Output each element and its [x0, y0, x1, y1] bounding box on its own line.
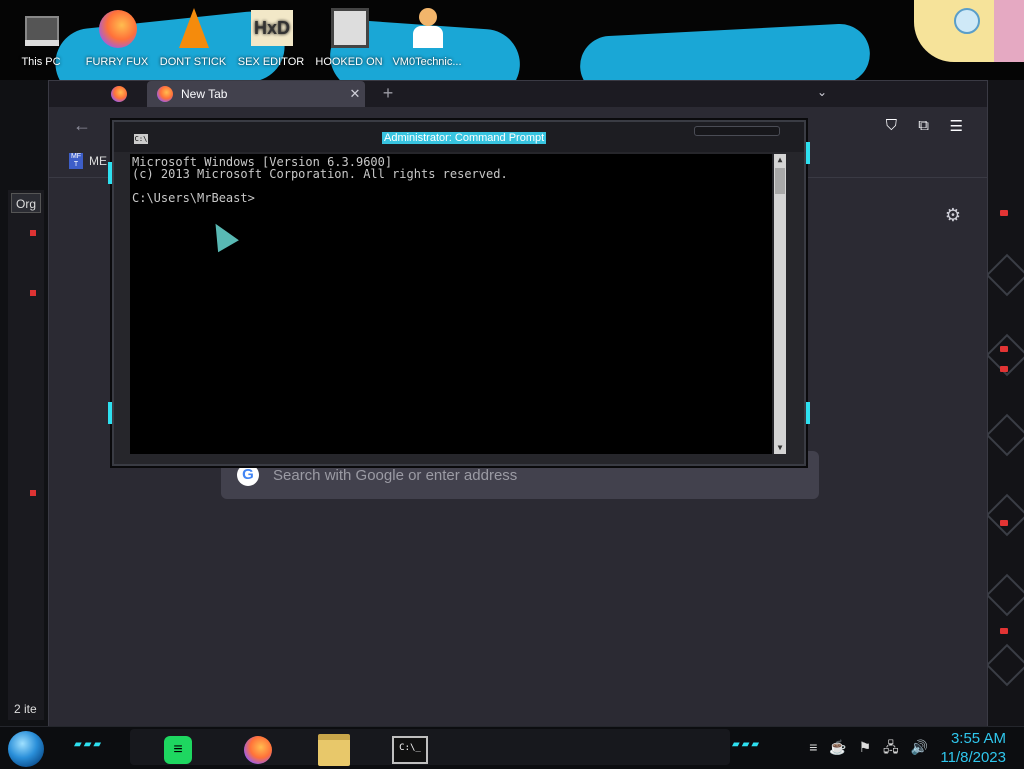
desktop-icon-label: FURRY FUX	[85, 56, 149, 68]
firefox-icon	[157, 86, 173, 102]
gear-icon[interactable]: ⚙	[945, 205, 961, 226]
close-tab-icon[interactable]: ✕	[345, 86, 365, 102]
console-output[interactable]: Microsoft Windows [Version 6.3.9600] (c)…	[130, 154, 786, 454]
extensions-icon[interactable]: ⧉	[918, 117, 929, 134]
organize-button[interactable]: Org	[11, 193, 41, 213]
show-hidden-icons-icon[interactable]: ≡	[809, 739, 817, 755]
tab-bar: New Tab ✕ + ⌄	[49, 81, 987, 107]
firefox-icon	[244, 736, 272, 764]
cmd-title-bar[interactable]: C:\ Administrator: Command Prompt	[114, 122, 804, 152]
desktop-icon-label: DONT STICK	[159, 56, 227, 68]
taskbar-decoration: ▰▰▰	[74, 739, 104, 750]
scroll-up-icon[interactable]: ▲	[774, 154, 786, 166]
desktop-icon-sex-editor[interactable]: HxD SEX EDITOR	[236, 6, 306, 68]
spotify-icon: ≡	[164, 736, 192, 764]
hxd-icon: HxD	[249, 6, 293, 52]
desktop-icon-dont-stick[interactable]: DONT STICK	[158, 6, 228, 68]
scroll-down-icon[interactable]: ▼	[774, 442, 786, 454]
pocket-icon[interactable]: ⛉	[886, 117, 897, 134]
cmd-system-icon[interactable]: C:\	[134, 134, 148, 144]
java-icon[interactable]: ☕	[829, 739, 846, 755]
taskbar-file-explorer[interactable]	[316, 734, 352, 766]
bookmark-item[interactable]: MF T ME	[69, 153, 107, 169]
tab-new-tab[interactable]: New Tab ✕	[147, 81, 365, 107]
vertical-scrollbar[interactable]: ▲ ▼	[774, 154, 786, 454]
console-line: (c) 2013 Microsoft Corporation. All righ…	[132, 167, 508, 181]
firefox-icon	[95, 6, 139, 52]
google-icon: G	[237, 464, 259, 486]
desktop-icon-label: VM0Technic...	[392, 56, 462, 68]
frame-accent	[108, 162, 112, 184]
desktop-icon-vm0technic[interactable]: VM0Technic...	[392, 6, 462, 68]
caption-buttons[interactable]	[694, 126, 780, 136]
frame-accent	[806, 142, 810, 164]
start-button[interactable]	[8, 731, 44, 767]
desktop-icon-label: This PC	[21, 56, 61, 68]
file-explorer-window[interactable]: Org 2 ite	[8, 190, 44, 720]
desktop-icon-this-pc[interactable]: This PC	[6, 6, 76, 68]
volume-icon[interactable]: 🔊	[911, 739, 928, 755]
command-prompt-window[interactable]: C:\ Administrator: Command Prompt Micros…	[108, 120, 810, 466]
scroll-thumb[interactable]	[775, 168, 785, 194]
clock-time: 3:55 AM	[950, 730, 1006, 747]
tab-label: New Tab	[181, 87, 228, 101]
taskbar-spotify[interactable]: ≡	[160, 735, 196, 765]
taskbar-apps: ≡ C:\_	[130, 729, 730, 766]
taskbar-firefox[interactable]	[240, 735, 276, 765]
clock[interactable]: 3:55 AM 11/8/2023	[940, 729, 1006, 767]
desktop-icon-furry-fux[interactable]: FURRY FUX	[82, 6, 152, 68]
wallpaper-character	[914, 0, 1024, 62]
system-tray: ≡ ☕ ⚑ 🖧 🔊	[801, 737, 928, 761]
cmd-icon: C:\_	[392, 736, 428, 764]
frame-accent	[108, 402, 112, 424]
desktop-wallpaper: This PC FURRY FUX DONT STICK HxD SEX EDI…	[0, 0, 1024, 80]
computer-icon	[19, 6, 63, 52]
window-title: Administrator: Command Prompt	[382, 132, 547, 144]
desktop-icon-label: SEX EDITOR	[237, 56, 305, 68]
wallpaper-shape	[578, 22, 872, 80]
action-center-icon[interactable]: ⚑	[859, 739, 872, 755]
bookmark-label: ME	[89, 154, 107, 168]
search-placeholder: Search with Google or enter address	[273, 466, 518, 484]
list-all-tabs-button[interactable]: ⌄	[817, 85, 827, 99]
new-tab-button[interactable]: +	[377, 83, 399, 104]
maze-icon	[327, 6, 371, 52]
network-icon[interactable]: 🖧	[883, 739, 899, 755]
bookmark-favicon-icon: MF T	[69, 153, 83, 169]
right-frame	[985, 80, 1024, 728]
taskbar: ▰▰▰ ≡ C:\_ ▰▰▰ ≡ ☕ ⚑ 🖧 🔊 3:55 AM 11/8/20…	[0, 726, 1024, 769]
vlc-icon	[171, 6, 215, 52]
frame-accent	[806, 402, 810, 424]
item-count-status: 2 ite	[14, 702, 37, 716]
clock-date: 11/8/2023	[940, 749, 1006, 766]
console-prompt[interactable]: C:\Users\MrBeast>	[132, 191, 255, 205]
taskbar-command-prompt[interactable]: C:\_	[392, 735, 428, 765]
back-button[interactable]: ←	[73, 115, 91, 136]
firefox-view-icon[interactable]	[111, 86, 127, 102]
desktop-icon-hooked-on[interactable]: HOOKED ON	[314, 6, 384, 68]
technician-icon	[405, 6, 449, 52]
desktop-icon-label: HOOKED ON	[315, 56, 383, 68]
menu-icon[interactable]: ☰	[950, 117, 963, 135]
folder-icon	[318, 734, 350, 766]
taskbar-decoration: ▰▰▰	[732, 739, 762, 750]
